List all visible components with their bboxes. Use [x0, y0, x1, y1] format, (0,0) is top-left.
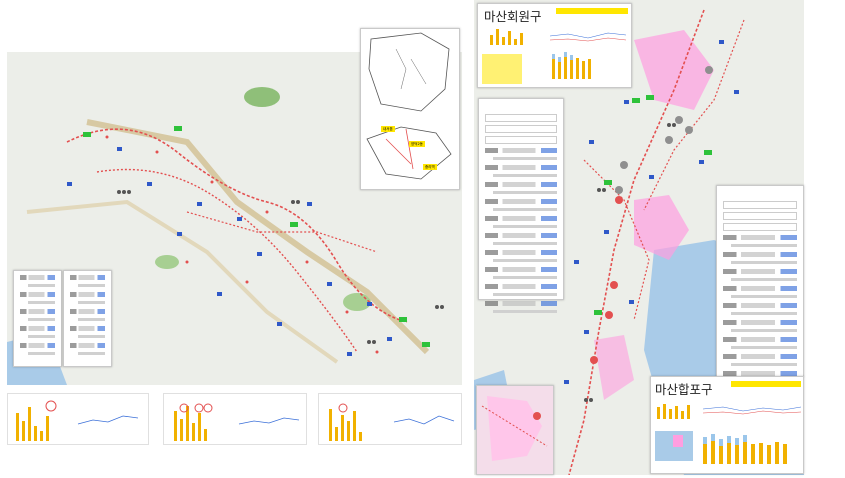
stats-chart [7, 393, 149, 445]
route-table-panel [13, 270, 62, 367]
stats-chart [163, 393, 307, 445]
route-list-panel [716, 185, 804, 383]
detail-inset [476, 385, 554, 475]
happo-charts [655, 404, 802, 464]
park-area [155, 255, 179, 269]
happo-header-panel: 마산합포구 [650, 376, 804, 474]
inset-map: 내서읍 양덕2동 중리역 [360, 28, 460, 190]
stats-chart [484, 26, 544, 48]
station-marker-icon [399, 317, 407, 322]
trend-lines [549, 32, 627, 79]
inset-label: 중리역 [423, 164, 437, 170]
station-marker-icon [290, 222, 298, 227]
route-list-panel [478, 98, 564, 313]
hoewon-header-panel: 마산회원구 [477, 3, 632, 88]
district-title: 마산합포구 [655, 383, 713, 397]
inset-label: 내서읍 [381, 126, 395, 132]
bus-stop-icon [67, 147, 392, 356]
park-area [244, 87, 280, 107]
station-marker-icon [422, 342, 430, 347]
stats-chart [318, 393, 462, 445]
mini-map [482, 54, 522, 84]
station-marker-icon [174, 126, 182, 131]
stop-point [105, 135, 379, 354]
inset-map-canvas [366, 32, 452, 180]
legend-strip [556, 8, 628, 14]
legend-strip [731, 381, 801, 387]
station-marker-icon [83, 132, 91, 137]
inset-label: 양덕2동 [409, 141, 425, 147]
route-table-panel [63, 270, 112, 367]
highlight-zone [594, 335, 634, 400]
district-title: 마산회원구 [484, 10, 542, 24]
bus-route [186, 211, 378, 253]
